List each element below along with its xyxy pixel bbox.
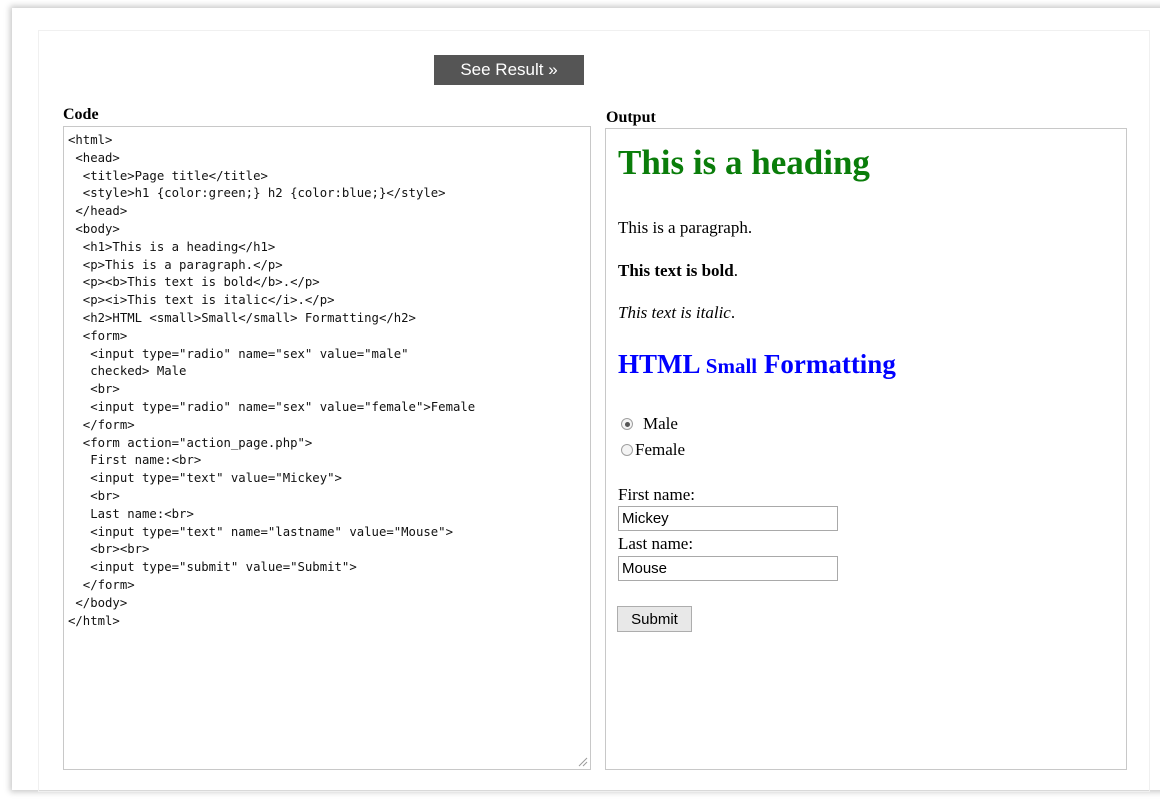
code-line: </head> — [68, 204, 128, 219]
code-line: <br><br> — [68, 542, 150, 557]
output-bold-suffix: . — [733, 261, 738, 280]
code-line: <br> — [68, 488, 120, 503]
code-editor[interactable]: <html> <head> <title>Page title</title> … — [63, 126, 591, 770]
radio-male-row[interactable]: Male — [618, 414, 678, 434]
submit-button[interactable]: Submit — [617, 606, 692, 632]
code-line: <title>Page title</title> — [68, 168, 268, 183]
code-line: checked> Male — [68, 364, 187, 379]
output-preview: This is a heading This is a paragraph. T… — [605, 128, 1127, 770]
code-line: <input type="submit" value="Submit"> — [68, 560, 357, 575]
code-line: <body> — [68, 221, 120, 236]
code-line: </html> — [68, 613, 120, 628]
output-pane-label: Output — [606, 109, 656, 126]
code-line: <input type="text" name="lastname" value… — [68, 524, 453, 539]
first-name-label: First name: — [618, 485, 695, 504]
code-line: </form> — [68, 577, 135, 592]
radio-female[interactable] — [621, 444, 633, 456]
output-italic-suffix: . — [730, 303, 736, 322]
code-line: <style>h1 {color:green;} h2 {color:blue;… — [68, 186, 446, 201]
code-line: <h2>HTML <small>Small</small> Formatting… — [68, 310, 416, 325]
code-line: <input type="text" value="Mickey"> — [68, 471, 342, 486]
code-line: Last name:<br> — [68, 506, 194, 521]
output-heading: This is a heading — [618, 143, 870, 182]
radio-female-row[interactable]: Female — [618, 440, 685, 460]
output-paragraph: This is a paragraph. — [618, 218, 753, 237]
output-italic-paragraph: This text is italic. — [618, 303, 735, 323]
code-line: First name:<br> — [68, 453, 202, 468]
code-line: <p><b>This text is bold</b>.</p> — [68, 275, 320, 290]
output-italic-text: This text is italic — [618, 303, 731, 322]
output-h2-prefix: HTML — [618, 349, 706, 379]
resize-grip-icon[interactable] — [578, 757, 588, 767]
radio-male-label: Male — [643, 414, 678, 433]
output-subheading: HTML Small Formatting — [618, 349, 896, 380]
code-line: </form> — [68, 417, 135, 432]
code-line: <html> — [68, 133, 113, 147]
first-name-input[interactable] — [618, 506, 838, 531]
radio-male[interactable] — [621, 418, 633, 430]
output-bold-text: This text is bold — [618, 261, 734, 280]
code-line: </body> — [68, 595, 128, 610]
output-h2-suffix: Formatting — [757, 349, 896, 379]
see-result-button[interactable]: See Result » — [434, 55, 584, 85]
code-line: <br> — [68, 382, 120, 397]
code-line: <head> — [68, 150, 120, 165]
code-line: <p><i>This text is italic</i>.</p> — [68, 293, 335, 308]
radio-female-label: Female — [635, 440, 686, 459]
code-pane-label: Code — [63, 106, 99, 123]
output-bold-paragraph: This text is bold. — [618, 261, 738, 281]
code-line: <p>This is a paragraph.</p> — [68, 257, 283, 272]
code-line: <input type="radio" name="sex" value="fe… — [68, 399, 476, 414]
code-line: <input type="radio" name="sex" value="ma… — [68, 346, 409, 361]
code-line: <form> — [68, 328, 128, 343]
last-name-input[interactable] — [618, 556, 838, 581]
code-line: <form action="action_page.php"> — [68, 435, 313, 450]
output-h2-small: Small — [705, 354, 758, 378]
last-name-label: Last name: — [618, 534, 694, 553]
code-line: <h1>This is a heading</h1> — [68, 239, 276, 254]
